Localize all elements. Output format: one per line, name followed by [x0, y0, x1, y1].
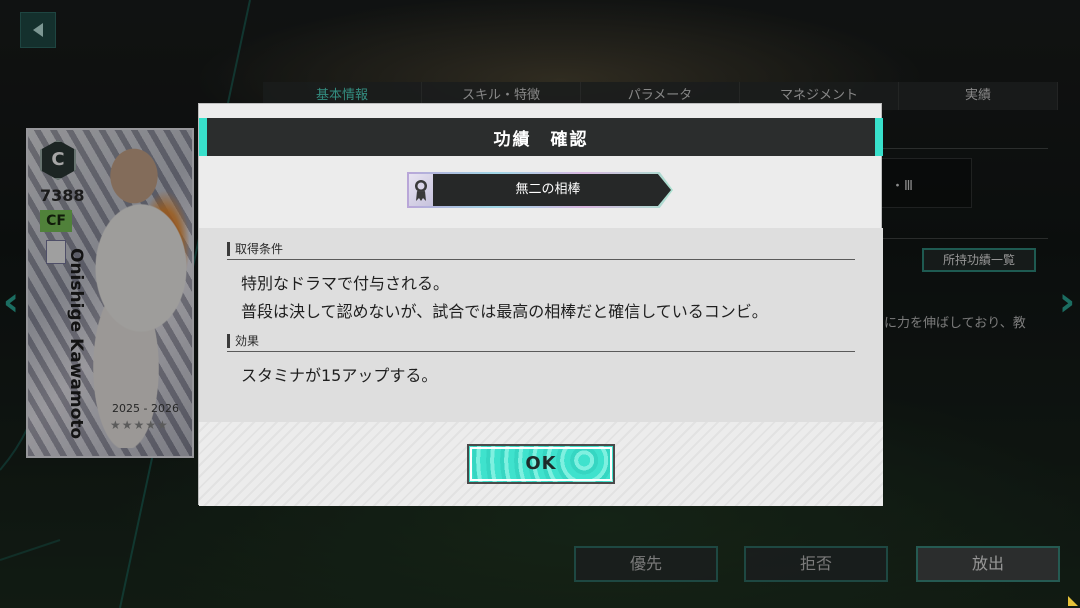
medal-confirm-dialog: 功績 確認 無二の相棒 取得条件 特別なドラマで付与される。 普段は決して認めな… [198, 103, 883, 506]
ribbon-medal-icon-svg [415, 180, 427, 201]
acquisition-condition-label: 取得条件 [227, 240, 855, 260]
dialog-title: 功績 確認 [493, 129, 589, 150]
acquisition-line: 普段は決して認めないが、試合では最高の相棒だと確信しているコンビ。 [241, 302, 768, 321]
medal-plate: 無二の相棒 [407, 172, 673, 208]
effect-line: スタミナが15アップする。 [241, 366, 438, 385]
medal-name: 無二の相棒 [515, 182, 581, 197]
ribbon-medal-icon [409, 174, 433, 206]
effect-label: 効果 [227, 332, 855, 352]
ok-button[interactable]: OK [467, 444, 615, 484]
medal-detail-panel: 取得条件 特別なドラマで付与される。 普段は決して認めないが、試合では最高の相棒… [199, 228, 883, 422]
dialog-header: 功績 確認 [199, 118, 883, 156]
acquisition-line: 特別なドラマで付与される。 [241, 274, 450, 293]
